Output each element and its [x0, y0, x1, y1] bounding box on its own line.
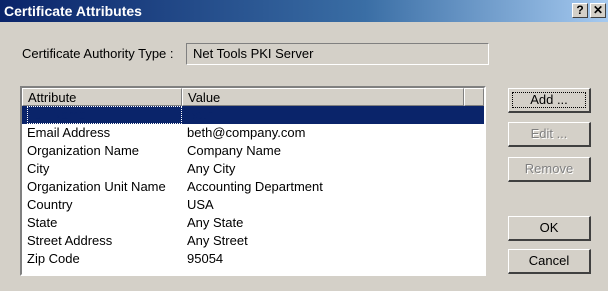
column-header-value[interactable]: Value: [182, 88, 464, 106]
list-row[interactable]: State Any State: [22, 214, 484, 232]
list-header: Attribute Value: [22, 88, 484, 106]
value-cell: Any Street: [187, 233, 248, 248]
value-cell: Any City: [187, 161, 236, 176]
list-row[interactable]: City Any City: [22, 160, 484, 178]
ok-button[interactable]: OK: [508, 216, 591, 241]
attribute-cell: State: [27, 215, 58, 230]
attribute-cell: Full Name: [27, 106, 182, 124]
close-button[interactable]: ✕: [590, 3, 606, 18]
value-cell: Beth: [187, 107, 214, 122]
certificate-attributes-dialog: Certificate Attributes ? ✕ Certificate A…: [0, 0, 608, 291]
list-row[interactable]: Full Name Beth: [22, 106, 484, 124]
attribute-cell: Organization Unit Name: [27, 179, 166, 194]
column-header-filler: [464, 88, 484, 106]
value-cell: 95054: [187, 251, 224, 266]
list-row[interactable]: Organization Name Company Name: [22, 142, 484, 160]
attribute-list[interactable]: Attribute Value Full Name Beth Email Addre…: [20, 86, 486, 276]
attribute-cell: City: [27, 161, 50, 176]
value-cell: USA: [187, 197, 214, 212]
edit-button[interactable]: Edit ...: [508, 122, 591, 147]
attribute-cell: Email Address: [27, 125, 111, 140]
remove-button[interactable]: Remove: [508, 157, 591, 182]
attribute-cell: Organization Name: [27, 143, 139, 158]
list-row[interactable]: Organization Unit Name Accounting Departm…: [22, 178, 484, 196]
list-row[interactable]: Zip Code 95054: [22, 250, 484, 268]
authority-type-field: Net Tools PKI Server: [186, 43, 489, 65]
help-button[interactable]: ?: [572, 3, 588, 18]
list-row[interactable]: Street Address Any Street: [22, 232, 484, 250]
attribute-cell: Country: [27, 197, 73, 212]
authority-type-label: Certificate Authority Type :: [22, 46, 174, 61]
list-row[interactable]: Email Address beth@company.com: [22, 124, 484, 142]
value-cell: Accounting Department: [187, 179, 323, 194]
value-cell: Any State: [187, 215, 244, 230]
title-bar[interactable]: Certificate Attributes ? ✕: [0, 0, 608, 22]
list-row[interactable]: Country USA: [22, 196, 484, 214]
value-cell: beth@company.com: [187, 125, 306, 140]
attribute-cell: Street Address: [27, 233, 113, 248]
cancel-button[interactable]: Cancel: [508, 249, 591, 274]
column-header-attribute[interactable]: Attribute: [22, 88, 182, 106]
add-button[interactable]: Add ...: [508, 88, 591, 113]
list-rows: Full Name Beth Email Address beth@company.c…: [22, 106, 484, 268]
attribute-cell: Zip Code: [27, 251, 80, 266]
value-cell: Company Name: [187, 143, 281, 158]
window-title: Certificate Attributes: [4, 3, 142, 19]
